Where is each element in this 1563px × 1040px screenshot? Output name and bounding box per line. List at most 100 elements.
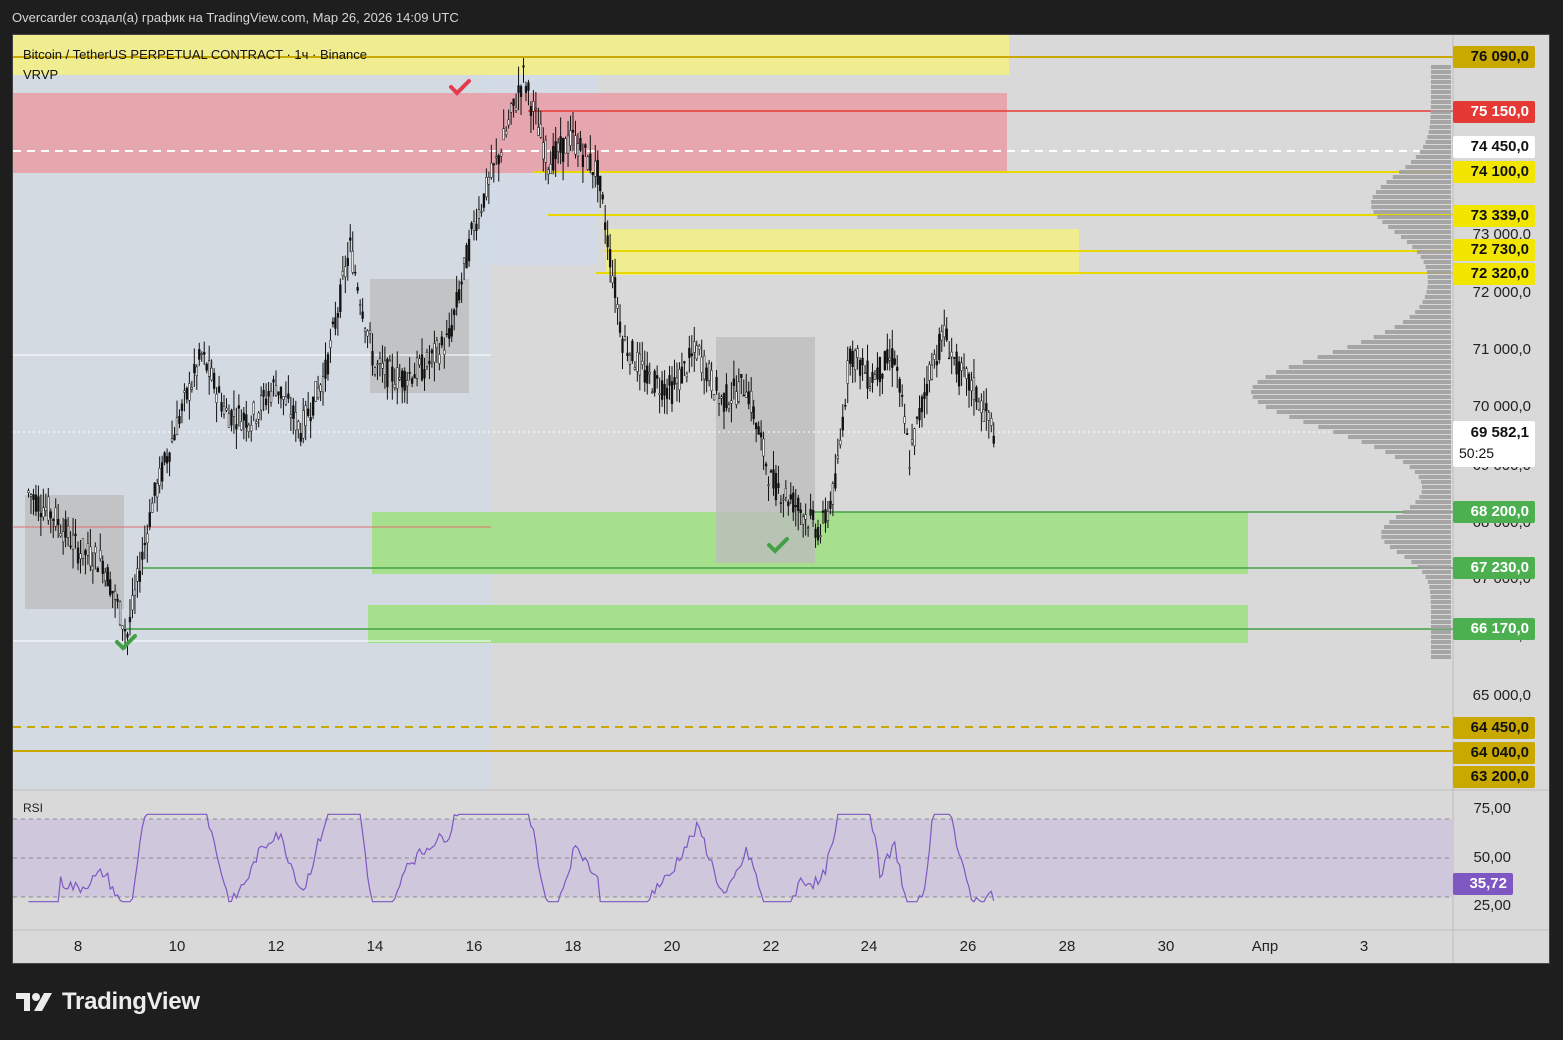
candle-body	[591, 172, 594, 176]
candle-body	[453, 309, 456, 316]
price-badge-green[interactable]: 67 230,0	[1453, 557, 1535, 579]
price-badge-current[interactable]: 69 582,1 50:25	[1453, 421, 1535, 467]
candle-body	[930, 364, 934, 380]
candle-body	[608, 249, 612, 268]
candle-body	[99, 550, 102, 559]
volume-bar	[1412, 245, 1451, 249]
candle-body	[428, 360, 431, 365]
candle-body	[151, 502, 154, 513]
symbol-title[interactable]: Bitcoin / TetherUS PERPETUAL CONTRACT · …	[23, 45, 367, 65]
candle-body	[354, 271, 357, 274]
chart-area[interactable]: 8 10 12 14 16 18 20 22 24 26 28 30 Апр 3 73 000,0 72 00…	[12, 34, 1550, 964]
candle-body	[210, 367, 213, 381]
volume-bar	[1427, 280, 1451, 284]
volume-bar	[1389, 545, 1451, 549]
candle-body	[339, 284, 342, 313]
candle-body	[883, 351, 887, 370]
candle-body	[170, 438, 174, 442]
candle-body	[487, 176, 491, 185]
volume-bar	[1252, 395, 1451, 399]
volume-bar	[1374, 445, 1451, 449]
candle-body	[94, 546, 97, 554]
candle-body	[712, 394, 716, 401]
tradingview-logo[interactable]: TradingView	[14, 988, 200, 1016]
volume-bar	[1400, 235, 1451, 239]
candle-body	[985, 403, 988, 412]
candle-body	[960, 362, 963, 371]
candle-body	[232, 409, 236, 417]
candle-body	[59, 533, 62, 537]
volume-bar	[1428, 130, 1451, 134]
rsi-value-badge[interactable]: 35,72	[1453, 873, 1513, 895]
candle-body	[52, 519, 55, 521]
price-chart[interactable]: 8 10 12 14 16 18 20 22 24 26 28 30 Апр 373 000,072 00…	[13, 35, 1550, 964]
candle-body	[759, 432, 763, 438]
candle-body	[245, 414, 248, 428]
candle-body	[703, 355, 706, 380]
volume-bar	[1429, 125, 1451, 129]
price-badge-red[interactable]: 75 150,0	[1453, 101, 1535, 123]
volume-bar	[1421, 490, 1451, 494]
time-tick-label: 26	[960, 938, 977, 955]
candle-body	[512, 98, 515, 106]
candle-body	[368, 329, 372, 334]
candle-body	[537, 127, 540, 136]
volume-bar	[1384, 525, 1451, 529]
candle-body	[633, 367, 637, 370]
candle-body	[569, 130, 572, 146]
price-badge-gold[interactable]: 76 090,0	[1453, 46, 1535, 68]
candle-body	[381, 363, 384, 369]
candle-body	[235, 424, 238, 430]
price-badge-yellow[interactable]: 74 100,0	[1453, 161, 1535, 183]
candle-body	[509, 103, 513, 113]
candle-body	[774, 473, 778, 501]
candle-body	[831, 483, 835, 505]
volume-bar	[1394, 230, 1451, 234]
candle-body	[638, 353, 641, 376]
price-badge-green[interactable]: 66 170,0	[1453, 618, 1535, 640]
rsi-axis-label: 75,00	[1473, 800, 1511, 817]
candle-body	[656, 375, 659, 379]
price-badge-yellow[interactable]: 72 320,0	[1453, 263, 1535, 285]
price-badge-green[interactable]: 68 200,0	[1453, 501, 1535, 523]
candle-body	[529, 106, 533, 117]
candle-body	[448, 328, 451, 339]
candle-body	[423, 369, 426, 379]
candle-body	[81, 538, 85, 559]
volume-bar	[1265, 375, 1451, 379]
volume-bar	[1430, 630, 1451, 634]
candle-body	[225, 407, 228, 411]
candle-body	[856, 348, 859, 358]
candle-body	[351, 250, 354, 273]
candle-body	[29, 494, 33, 497]
price-badge-gold[interactable]: 64 450,0	[1453, 717, 1535, 739]
volume-bar	[1430, 625, 1451, 629]
candle-body	[673, 377, 676, 385]
candle-body	[601, 194, 604, 200]
price-badge-gold[interactable]: 63 200,0	[1453, 766, 1535, 788]
rsi-pane-label[interactable]: RSI	[23, 801, 43, 815]
candle-body	[316, 387, 320, 398]
candle-body	[165, 456, 169, 464]
volume-bar	[1251, 390, 1451, 394]
candle-body	[772, 469, 775, 489]
indicator-vrvp[interactable]: VRVP	[23, 65, 367, 85]
candle-body	[863, 372, 867, 375]
candle-body	[86, 543, 90, 556]
candle-body	[475, 223, 478, 231]
candle-body	[222, 406, 226, 415]
candle-body	[133, 589, 137, 596]
price-badge-yellow[interactable]: 72 730,0	[1453, 239, 1535, 261]
candle-body	[109, 579, 112, 596]
candle-body	[349, 237, 352, 241]
price-badge-yellow[interactable]: 73 339,0	[1453, 205, 1535, 227]
candle-body	[156, 483, 159, 498]
volume-bar	[1410, 160, 1451, 164]
candle-body	[727, 404, 731, 410]
candle-body	[341, 270, 344, 276]
price-badge-gold[interactable]: 64 040,0	[1453, 742, 1535, 764]
volume-bar	[1302, 360, 1451, 364]
candle-body	[84, 550, 87, 555]
price-badge-white[interactable]: 74 450,0	[1453, 136, 1535, 158]
volume-bar	[1402, 320, 1451, 324]
